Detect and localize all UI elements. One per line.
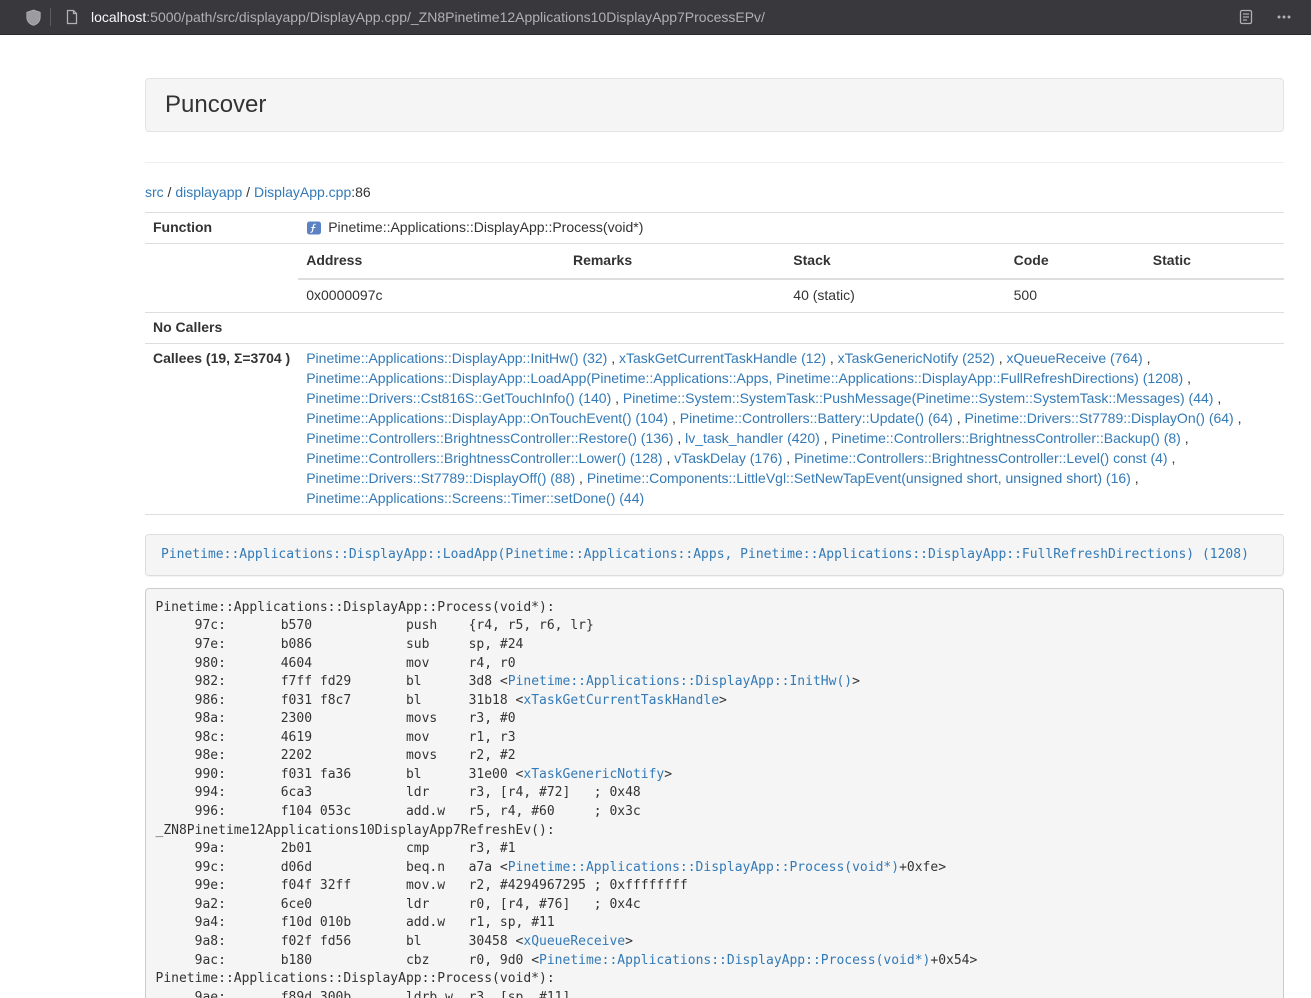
function-row-label: Function (145, 213, 298, 244)
callee-link[interactable]: Pinetime::Drivers::St7789::DisplayOff() … (306, 470, 575, 486)
column-code: Code (1006, 244, 1145, 279)
no-callers-row: No Callers (145, 313, 1284, 344)
callee-link[interactable]: Pinetime::Controllers::BrightnessControl… (794, 450, 1167, 466)
breadcrumb-item[interactable]: displayapp (175, 184, 242, 200)
callee-link[interactable]: Pinetime::Controllers::BrightnessControl… (306, 430, 673, 446)
callee-link[interactable]: Pinetime::Applications::DisplayApp::Load… (306, 370, 1183, 386)
callee-link[interactable]: Pinetime::Applications::Screens::Timer::… (306, 490, 644, 506)
symbol-panel: Pinetime::Applications::DisplayApp::Load… (145, 534, 1284, 576)
address-value: 0x0000097c (298, 279, 565, 312)
app-title: Puncover (165, 92, 1264, 118)
function-row: Function Pinetime::Applications::Display… (145, 213, 1284, 244)
remarks-value (565, 279, 785, 312)
callee-link[interactable]: Pinetime::System::SystemTask::PushMessag… (623, 390, 1214, 406)
column-static: Static (1145, 244, 1284, 279)
callee-link[interactable]: Pinetime::Drivers::Cst816S::GetTouchInfo… (306, 390, 611, 406)
column-remarks: Remarks (565, 244, 785, 279)
stats-values-row: 0x0000097c 40 (static) 500 (298, 279, 1284, 312)
column-address: Address (298, 244, 565, 279)
app-header: Puncover (145, 78, 1284, 132)
symbol-link[interactable]: xTaskGetCurrentTaskHandle (523, 693, 719, 708)
symbol-link[interactable]: Pinetime::Applications::DisplayApp::Proc… (539, 953, 930, 968)
callee-link[interactable]: xTaskGetCurrentTaskHandle (12) (619, 350, 826, 366)
symbol-link[interactable]: xQueueReceive (523, 934, 625, 949)
tracking-protection-shield-icon[interactable] (20, 4, 46, 30)
header-divider (145, 162, 1284, 163)
url-path: :5000/path/src/displayapp/DisplayApp.cpp… (146, 9, 765, 25)
breadcrumb-item[interactable]: DisplayApp.cpp (254, 184, 351, 200)
callee-link[interactable]: Pinetime::Applications::DisplayApp::OnTo… (306, 410, 668, 426)
page-actions-menu-icon[interactable] (1271, 4, 1297, 30)
function-stats-table: Address Remarks Stack Code Static 0x0000… (298, 244, 1284, 312)
page-content: Puncover src / displayapp / DisplayApp.c… (145, 35, 1284, 998)
code-value: 500 (1006, 279, 1145, 312)
stack-value: 40 (static) (785, 279, 1005, 312)
page-info-icon[interactable] (59, 4, 85, 30)
symbol-table: Function Pinetime::Applications::Display… (145, 212, 1284, 515)
breadcrumb-item: :86 (351, 184, 370, 200)
callees-list: Pinetime::Applications::DisplayApp::Init… (298, 344, 1284, 515)
symbol-heading-link[interactable]: Pinetime::Applications::DisplayApp::Load… (161, 547, 1249, 562)
breadcrumb: src / displayapp / DisplayApp.cpp:86 (145, 183, 1284, 203)
symbol-link[interactable]: xTaskGenericNotify (523, 767, 664, 782)
breadcrumb-item[interactable]: src (145, 184, 164, 200)
callees-label: Callees (19, Σ=3704 ) (145, 344, 298, 515)
callee-link[interactable]: xQueueReceive (764) (1007, 350, 1143, 366)
callee-link[interactable]: Pinetime::Components::LittleVgl::SetNewT… (587, 470, 1131, 486)
stats-row: Address Remarks Stack Code Static 0x0000… (145, 244, 1284, 313)
symbol-link[interactable]: Pinetime::Applications::DisplayApp::Proc… (508, 860, 899, 875)
symbol-panel-heading: Pinetime::Applications::DisplayApp::Load… (146, 535, 1283, 575)
reader-view-icon[interactable] (1233, 4, 1259, 30)
symbol-link[interactable]: Pinetime::Applications::DisplayApp::Init… (508, 674, 852, 689)
callees-row: Callees (19, Σ=3704 ) Pinetime::Applicat… (145, 344, 1284, 515)
column-stack: Stack (785, 244, 1005, 279)
callee-link[interactable]: Pinetime::Drivers::St7789::DisplayOn() (… (965, 410, 1234, 426)
function-icon (306, 220, 322, 236)
disassembly: Pinetime::Applications::DisplayApp::Proc… (145, 588, 1284, 998)
callee-link[interactable]: Pinetime::Applications::DisplayApp::Init… (306, 350, 607, 366)
static-value (1145, 279, 1284, 312)
url-bar[interactable]: localhost:5000/path/src/displayapp/Displ… (91, 9, 1233, 25)
toolbar-divider (50, 8, 51, 26)
no-callers-label: No Callers (145, 313, 298, 344)
stats-row-label (145, 244, 298, 313)
callee-link[interactable]: Pinetime::Controllers::Battery::Update()… (680, 410, 953, 426)
callee-link[interactable]: lv_task_handler (420) (685, 430, 820, 446)
function-name: Pinetime::Applications::DisplayApp::Proc… (328, 218, 643, 238)
callee-link[interactable]: xTaskGenericNotify (252) (838, 350, 995, 366)
callee-link[interactable]: vTaskDelay (176) (674, 450, 782, 466)
browser-toolbar: localhost:5000/path/src/displayapp/Displ… (0, 0, 1311, 35)
callee-link[interactable]: Pinetime::Controllers::BrightnessControl… (831, 430, 1180, 446)
callee-link[interactable]: Pinetime::Controllers::BrightnessControl… (306, 450, 662, 466)
url-host: localhost (91, 9, 146, 25)
